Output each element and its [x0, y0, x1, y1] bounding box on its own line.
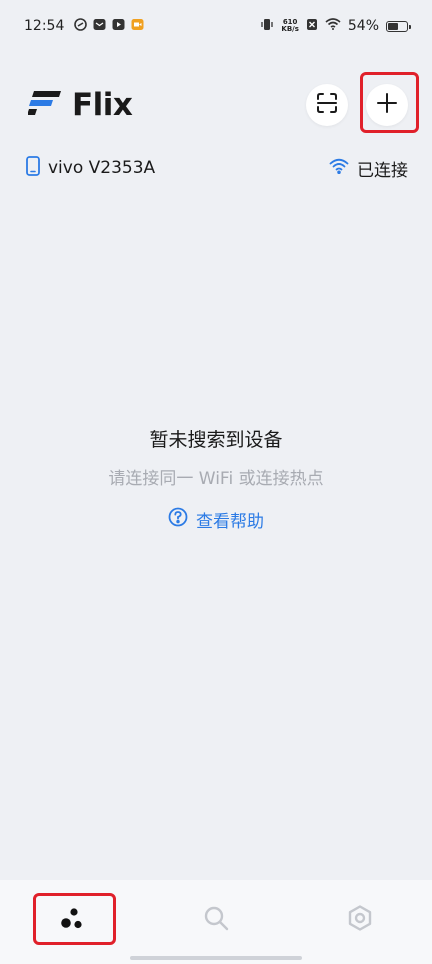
- wifi-icon: [329, 158, 349, 179]
- mail-notification-icon: [93, 18, 106, 35]
- battery-fill: [388, 22, 398, 30]
- nav-search[interactable]: [176, 902, 256, 938]
- flix-logo-icon: [27, 90, 62, 120]
- app-notification-icon: [74, 17, 88, 35]
- device-name: vivo V2353A: [48, 158, 156, 178]
- connection-label: 已连接: [357, 160, 408, 181]
- wifi-status-icon: [325, 18, 341, 34]
- phone-icon: [26, 155, 40, 181]
- scan-icon: [315, 91, 339, 119]
- help-link-label: 查看帮助: [196, 512, 264, 532]
- scan-button[interactable]: [306, 84, 348, 126]
- nav-settings[interactable]: [320, 902, 400, 938]
- status-left: 12:54: [24, 17, 144, 35]
- empty-subtitle: 请连接同一 WiFi 或连接热点: [108, 469, 324, 489]
- net-speed-unit: KB/s: [281, 25, 299, 33]
- settings-icon: [346, 904, 374, 936]
- status-right: 610 KB/s 54%: [260, 18, 411, 35]
- current-device-row: vivo V2353A 已连接: [26, 152, 408, 184]
- help-icon: [168, 507, 188, 532]
- connection-status: 已连接: [329, 156, 408, 181]
- vibrate-icon: [260, 18, 274, 35]
- app-name: Flix: [72, 87, 133, 123]
- help-link[interactable]: 查看帮助: [168, 507, 264, 532]
- camera-notification-icon: [131, 18, 144, 35]
- sim-off-icon: [306, 18, 318, 35]
- status-time: 12:54: [24, 18, 65, 34]
- app-header: Flix: [27, 78, 408, 132]
- nav-devices-highlight: [33, 893, 116, 945]
- battery-icon: [386, 20, 411, 32]
- app-logo: Flix: [27, 87, 133, 123]
- play-notification-icon: [112, 18, 125, 35]
- empty-title: 暂未搜索到设备: [149, 429, 283, 451]
- home-indicator[interactable]: [130, 956, 302, 960]
- battery-percent: 54%: [347, 18, 379, 34]
- search-icon: [202, 904, 230, 936]
- status-bar: 12:54 610 KB/s 54%: [0, 0, 432, 52]
- net-speed: 610 KB/s: [281, 19, 298, 33]
- empty-state: 暂未搜索到设备 请连接同一 WiFi 或连接热点 查看帮助: [0, 425, 432, 532]
- add-button-highlight: [360, 72, 419, 133]
